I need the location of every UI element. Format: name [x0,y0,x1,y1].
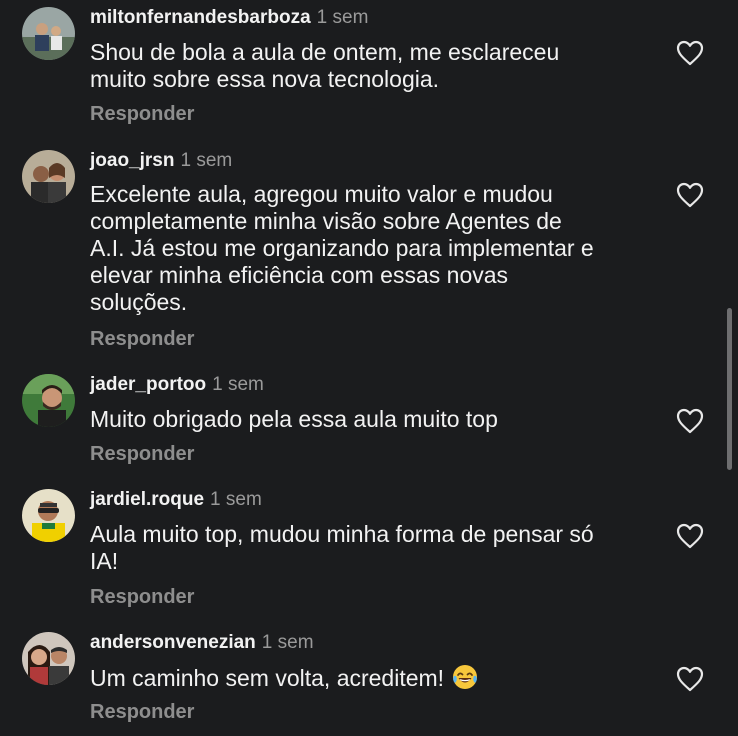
avatar[interactable] [22,374,75,427]
comment-line: soluções. [90,289,188,315]
reply-button[interactable]: Responder [90,443,194,466]
comment-line: Muito obrigado pela essa aula muito top [90,406,498,432]
comment-text: Aula muito top, mudou minha forma de pen… [90,521,650,575]
comment-text: Shou de bola a aula de ontem, me esclare… [90,39,650,93]
avatar[interactable] [22,7,75,60]
timestamp: 1 sem [210,489,262,510]
avatar[interactable] [22,632,75,685]
timestamp: 1 sem [212,374,264,395]
comment-meta: jader_portoo 1 sem [90,374,264,396]
comment-meta: jardiel.roque 1 sem [90,489,262,511]
comment-text: Um caminho sem volta, acreditem! [90,664,650,692]
username[interactable]: andersonvenezian [90,632,256,653]
comment-meta: miltonfernandesbarboza 1 sem [90,7,368,29]
comments-panel: miltonfernandesbarboza 1 sem Shou de bola… [0,0,738,736]
like-button[interactable] [676,666,704,692]
comment-line: elevar minha eficiência com essas novas [90,262,509,288]
like-button[interactable] [676,523,704,549]
timestamp: 1 sem [316,7,369,28]
comment-line: Um caminho sem volta, acreditem! [90,664,650,692]
like-button[interactable] [676,40,704,66]
username[interactable]: miltonfernandesbarboza [90,7,311,28]
username[interactable]: jardiel.roque [90,489,204,510]
comment-text: Muito obrigado pela essa aula muito top [90,406,650,433]
reply-button[interactable]: Responder [90,586,194,609]
reply-button[interactable]: Responder [90,701,194,724]
username[interactable]: joao_jrsn [90,150,174,171]
comment-meta: andersonvenezian 1 sem [90,632,314,654]
like-button[interactable] [676,408,704,434]
username[interactable]: jader_portoo [90,374,206,395]
comment-line: Aula muito top, mudou minha forma de pen… [90,521,594,547]
like-button[interactable] [676,182,704,208]
heart-outline-icon [676,40,704,66]
comment-text: Excelente aula, agregou muito valor e mu… [90,181,650,316]
comment-meta: joao_jrsn 1 sem [90,150,232,172]
heart-outline-icon [676,182,704,208]
avatar[interactable] [22,489,75,542]
comment-line: Excelente aula, agregou muito valor e mu… [90,181,553,207]
tears-of-joy-emoji-icon [452,664,478,690]
comment-line: Shou de bola a aula de ontem, me esclare… [90,39,560,65]
comment-line: muito sobre essa nova tecnologia. [90,66,440,92]
heart-outline-icon [676,523,704,549]
comment-line: completamente minha visão sobre Agentes … [90,208,562,234]
timestamp: 1 sem [261,632,314,653]
heart-outline-icon [676,666,704,692]
scrollbar[interactable] [727,308,732,470]
comment-line: A.I. Já estou me organizando para implem… [90,235,594,261]
reply-button[interactable]: Responder [90,328,194,351]
reply-button[interactable]: Responder [90,103,194,126]
timestamp: 1 sem [180,150,233,171]
avatar[interactable] [22,150,75,203]
comment-line: IA! [90,548,119,574]
comment-line-text: Um caminho sem volta, acreditem! [90,665,445,691]
heart-outline-icon [676,408,704,434]
